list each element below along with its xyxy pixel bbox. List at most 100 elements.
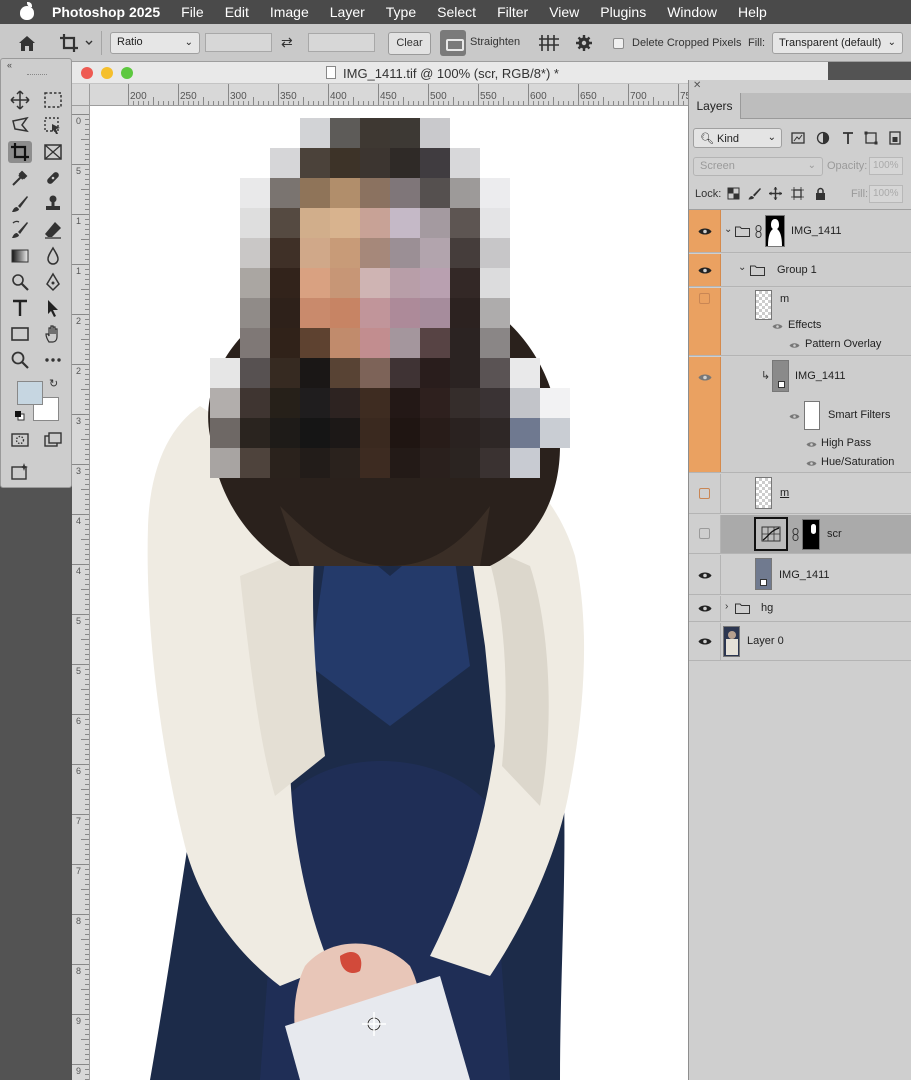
pen-tool[interactable]	[41, 271, 65, 293]
layer-row[interactable]: m Effects Pattern Overlay	[689, 288, 911, 356]
crop-preset-icon[interactable]	[58, 32, 94, 54]
type-tool[interactable]	[8, 297, 32, 319]
panel-grip[interactable]	[27, 74, 47, 76]
visibility-cell[interactable]	[689, 515, 721, 553]
visibility-cell[interactable]	[689, 474, 721, 513]
chevron-down-icon[interactable]: ⌄	[724, 224, 732, 235]
history-brush-tool[interactable]	[8, 219, 32, 241]
lock-position-icon[interactable]	[769, 187, 782, 200]
layer-filter-kind-select[interactable]: 🔍︎ Kind ⌄	[693, 128, 782, 148]
layer-row[interactable]: ⌄ IMG_1411	[689, 210, 911, 253]
eye-icon[interactable]	[698, 637, 712, 646]
eye-icon[interactable]	[698, 571, 712, 580]
lock-brush-icon[interactable]	[748, 187, 761, 200]
gradient-tool[interactable]	[8, 245, 32, 267]
gear-icon[interactable]	[574, 34, 594, 52]
eye-icon[interactable]	[772, 323, 783, 330]
visibility-cell[interactable]	[689, 623, 721, 660]
crop-tool[interactable]	[8, 141, 32, 163]
menu-select[interactable]: Select	[437, 4, 476, 20]
eye-icon[interactable]	[806, 441, 817, 448]
ratio-width-field[interactable]	[205, 33, 272, 52]
vertical-ruler[interactable]: 0 5 1 1 2 2 3 3 4 4 5 5 6 6 7 7 8 8 9 9	[72, 106, 90, 1080]
layer-thumbnail[interactable]	[723, 626, 740, 657]
edit-toolbar[interactable]	[41, 349, 65, 371]
zoom-tool[interactable]	[8, 349, 32, 371]
menu-type[interactable]: Type	[386, 4, 416, 20]
menu-layer[interactable]: Layer	[330, 4, 365, 20]
tab-layers[interactable]: Layers	[689, 93, 741, 119]
home-icon[interactable]	[16, 33, 38, 53]
blur-tool[interactable]	[41, 245, 65, 267]
fill-select[interactable]: Transparent (default) ⌄	[772, 32, 903, 54]
visibility-cell[interactable]	[689, 210, 721, 252]
smart-filter-mask-thumbnail[interactable]	[804, 401, 820, 430]
visibility-cell[interactable]	[689, 596, 721, 621]
dodge-tool[interactable]	[8, 271, 32, 293]
mask-thumbnail[interactable]	[765, 215, 785, 247]
quick-mask-button[interactable]	[8, 429, 32, 451]
layer-thumbnail[interactable]	[755, 477, 772, 509]
smart-object-thumbnail[interactable]	[755, 558, 772, 590]
fill-opacity-field[interactable]: 100%	[869, 185, 903, 203]
filter-smart-object-icon[interactable]	[888, 131, 902, 145]
effects-label[interactable]: Effects	[788, 319, 821, 331]
rectangle-tool[interactable]	[8, 323, 32, 345]
canvas[interactable]	[90, 106, 688, 1080]
filter-pixel-icon[interactable]	[791, 131, 805, 145]
path-select-tool[interactable]	[41, 297, 65, 319]
hidden-visibility-box[interactable]	[699, 488, 710, 499]
eye-icon[interactable]	[806, 460, 817, 467]
straighten-icon[interactable]	[440, 30, 466, 56]
lock-all-icon[interactable]	[814, 187, 827, 200]
blend-mode-select[interactable]: Screen ⌄	[693, 157, 823, 176]
swap-icon[interactable]: ⇄	[281, 34, 293, 51]
adjustment-layer-thumbnail[interactable]	[754, 517, 788, 551]
ruler-corner[interactable]	[72, 84, 90, 106]
eye-icon[interactable]	[698, 604, 712, 613]
opacity-field[interactable]: 100%	[869, 157, 903, 175]
move-tool[interactable]	[8, 89, 32, 111]
lock-artboard-icon[interactable]	[791, 187, 804, 200]
object-select-tool[interactable]	[41, 115, 65, 137]
screen-mode-button[interactable]	[41, 429, 65, 451]
eye-icon[interactable]	[789, 413, 800, 420]
clone-stamp-tool[interactable]	[41, 193, 65, 215]
menu-filter[interactable]: Filter	[497, 4, 528, 20]
filter-shape-icon[interactable]	[864, 131, 878, 145]
minimize-window-button[interactable]	[101, 67, 113, 79]
layer-row[interactable]: ⌄ Group 1	[689, 254, 911, 287]
mask-thumbnail[interactable]	[802, 519, 820, 550]
smart-object-thumbnail[interactable]	[772, 360, 789, 392]
layer-row[interactable]: IMG_1411	[689, 555, 911, 595]
zoom-window-button[interactable]	[121, 67, 133, 79]
eye-icon[interactable]	[789, 342, 800, 349]
visibility-cell[interactable]	[689, 288, 721, 355]
layer-row[interactable]: m	[689, 474, 911, 514]
close-window-button[interactable]	[81, 67, 93, 79]
menu-view[interactable]: View	[549, 4, 579, 20]
filter-adjustment-icon[interactable]	[816, 131, 830, 145]
eye-icon[interactable]	[698, 227, 712, 236]
ratio-height-field[interactable]	[308, 33, 375, 52]
marquee-tool[interactable]	[41, 89, 65, 111]
hand-tool[interactable]	[41, 323, 65, 345]
menu-edit[interactable]: Edit	[225, 4, 249, 20]
layer-row[interactable]: ↳ IMG_1411 Smart Filters High Pass Hue/S…	[689, 357, 911, 473]
visibility-cell[interactable]	[689, 254, 721, 286]
delete-cropped-label[interactable]: Delete Cropped Pixels	[632, 37, 741, 49]
menu-window[interactable]: Window	[667, 4, 717, 20]
brush-tool[interactable]	[8, 193, 32, 215]
chevron-down-icon[interactable]: ⌄	[738, 262, 746, 273]
smart-filter-name[interactable]: High Pass	[821, 437, 871, 449]
filter-type-icon[interactable]	[841, 131, 855, 145]
collapse-panel-icon[interactable]: «	[7, 60, 12, 70]
ratio-select[interactable]: Ratio ⌄	[110, 32, 200, 54]
generative-fill-button[interactable]	[8, 461, 32, 483]
menu-help[interactable]: Help	[738, 4, 767, 20]
menu-image[interactable]: Image	[270, 4, 309, 20]
lock-transparency-icon[interactable]	[727, 187, 740, 200]
close-panel-icon[interactable]: ✕	[693, 80, 701, 91]
layer-row-selected[interactable]: scr	[689, 515, 911, 554]
menu-file[interactable]: File	[181, 4, 204, 20]
